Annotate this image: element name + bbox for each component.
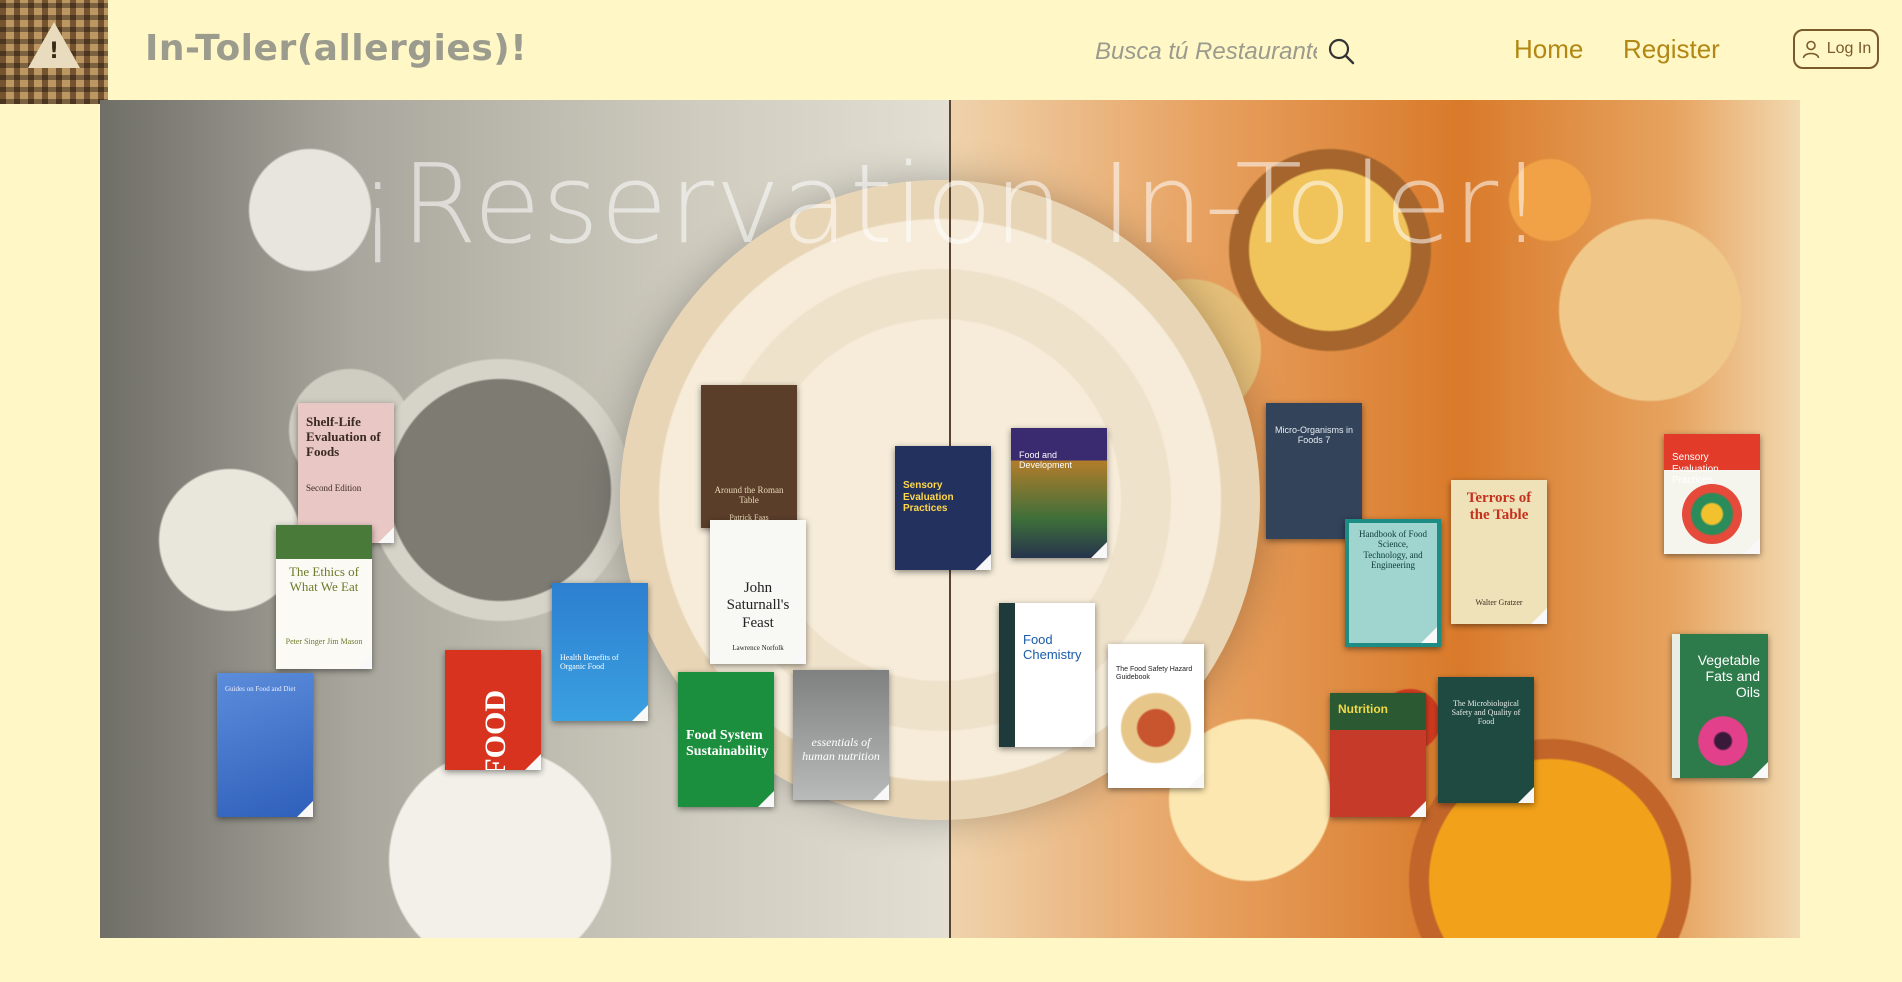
book-title: The Food Safety Hazard Guidebook <box>1116 666 1193 682</box>
hero-banner: ¡Reservation In-Toler! Shelf-Life Evalua… <box>100 100 1800 938</box>
book-title: Sensory Evaluation Practices <box>903 480 954 514</box>
book-cover[interactable]: Around the Roman Table Patrick Faas <box>701 385 797 528</box>
book-title: Food Chemistry <box>1023 632 1082 662</box>
nav-register-link[interactable]: Register <box>1623 34 1720 65</box>
book-cover[interactable]: Handbook of Food Science, Technology, an… <box>1345 519 1441 647</box>
page-peel <box>297 801 313 817</box>
book-cover[interactable]: Food System Sustainability <box>678 672 774 807</box>
page-peel <box>525 754 541 770</box>
site-title[interactable]: In-Toler(allergies)! <box>145 28 527 69</box>
book-author: Lawrence Norfolk <box>732 644 784 652</box>
restaurant-search-input[interactable] <box>1093 34 1319 70</box>
page-peel <box>790 648 806 664</box>
book-title: Health Benefits of Organic Food <box>560 653 619 672</box>
book-title: John Saturnall's Feast <box>726 580 790 631</box>
book-title: Vegetable Fats and Oils <box>1697 652 1760 701</box>
page-peel <box>1752 762 1768 778</box>
book-title: The Ethics of What We Eat <box>288 564 360 594</box>
book-cover[interactable]: Nutrition <box>1330 693 1426 817</box>
page-peel <box>1421 627 1437 643</box>
login-button[interactable]: Log In <box>1793 29 1879 69</box>
site-header: ! In-Toler(allergies)! Home Register Log… <box>0 0 1902 104</box>
page-peel <box>1188 772 1204 788</box>
book-cover-art <box>1116 688 1196 768</box>
book-cover-art <box>1698 716 1748 766</box>
book-cover[interactable]: Guides on Food and Diet <box>217 673 313 817</box>
book-cover[interactable]: essentials of human nutrition <box>793 670 889 800</box>
book-title: Handbook of Food Science, Technology, an… <box>1359 529 1427 571</box>
nav-home-link[interactable]: Home <box>1514 34 1583 65</box>
page-peel <box>758 791 774 807</box>
site-logo[interactable]: ! <box>0 0 108 104</box>
page-peel <box>873 784 889 800</box>
book-title: Food System Sustainability <box>686 728 769 760</box>
book-title: Terrors of the Table <box>1466 490 1532 524</box>
book-subtitle: Second Edition <box>306 483 362 493</box>
book-cover[interactable]: Food and Development <box>1011 428 1107 558</box>
book-cover-art <box>276 525 372 559</box>
book-cover[interactable]: The Food Safety Hazard Guidebook <box>1108 644 1204 788</box>
book-author: Walter Gratzer <box>1475 598 1523 607</box>
page-peel <box>975 554 991 570</box>
page-peel <box>1744 538 1760 554</box>
book-cover[interactable]: Sensory Evaluation Practices <box>895 446 991 570</box>
page-peel <box>1079 731 1095 747</box>
book-cover[interactable]: John Saturnall's Feast Lawrence Norfolk <box>710 520 806 664</box>
book-cover[interactable]: Vegetable Fats and Oils <box>1672 634 1768 778</box>
book-cover[interactable]: Sensory Evaluation Practices <box>1664 434 1760 554</box>
footer-strip <box>0 938 1902 982</box>
book-title: The Microbiological Safety and Quality o… <box>1451 699 1521 727</box>
page-peel <box>632 705 648 721</box>
book-cover[interactable]: The Microbiological Safety and Quality o… <box>1438 677 1534 803</box>
book-cover[interactable]: Terrors of the Table Walter Gratzer <box>1451 480 1547 624</box>
book-title: Micro-Organisms in Foods 7 <box>1274 425 1353 446</box>
book-author: Peter Singer Jim Mason <box>285 637 363 646</box>
exclamation-icon: ! <box>48 39 60 64</box>
page-peel <box>356 653 372 669</box>
book-cover[interactable]: Health Benefits of Organic Food <box>552 583 648 721</box>
book-title: Nutrition <box>1338 702 1388 716</box>
page-peel <box>1091 542 1107 558</box>
search-icon <box>1328 38 1355 65</box>
book-cover[interactable]: Food Chemistry <box>999 603 1095 747</box>
book-title: Guides on Food and Diet <box>225 685 296 693</box>
user-icon <box>1802 40 1820 59</box>
login-label: Log In <box>1826 40 1872 57</box>
book-cover[interactable]: Shelf-Life Evaluation of Foods Second Ed… <box>298 403 394 543</box>
book-cover[interactable]: FOOD <box>445 650 541 770</box>
page-peel <box>1531 608 1547 624</box>
search-button[interactable] <box>1326 36 1358 68</box>
page-peel <box>1410 801 1426 817</box>
book-title: essentials of human nutrition <box>802 735 880 763</box>
page-peel <box>378 527 394 543</box>
book-title: Shelf-Life Evaluation of Foods <box>306 414 381 459</box>
book-title: Around the Roman Table <box>714 485 784 506</box>
hero-title: ¡Reservation In-Toler! <box>355 140 1545 268</box>
book-cover[interactable]: The Ethics of What We Eat Peter Singer J… <box>276 525 372 669</box>
book-title: Sensory Evaluation Practices <box>1672 452 1719 486</box>
book-cover-art <box>1682 484 1742 544</box>
page-peel <box>1518 787 1534 803</box>
book-title: Food and Development <box>1019 450 1073 471</box>
